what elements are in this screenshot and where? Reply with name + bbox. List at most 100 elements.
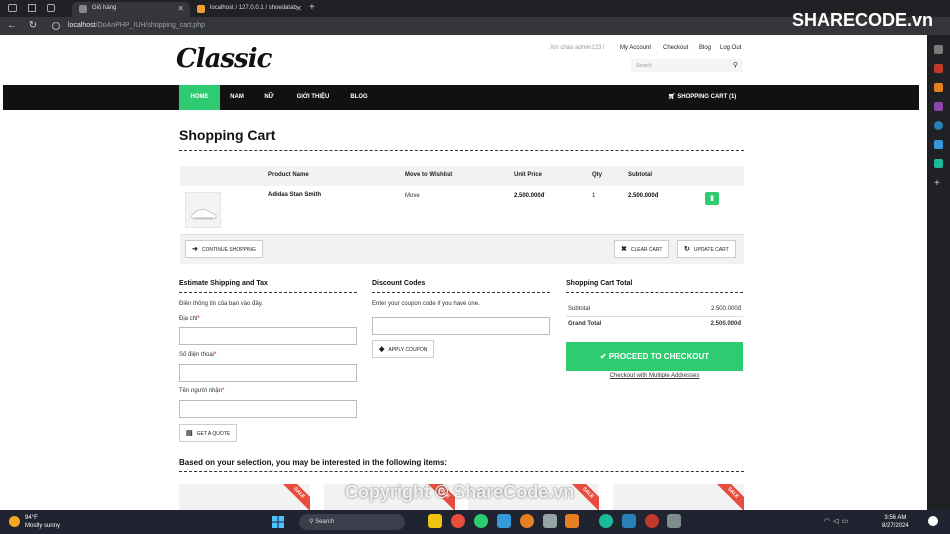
search-input[interactable]: Search ⚲ bbox=[631, 59, 743, 72]
search-icon[interactable]: ⚲ bbox=[733, 61, 738, 69]
url-field[interactable]: localhost/DoAnPHP_IUH/shopping_cart.php bbox=[68, 20, 205, 32]
site-info-icon[interactable] bbox=[52, 22, 60, 30]
col-subtotal: Subtotal bbox=[628, 172, 652, 178]
tab-actions-icon[interactable] bbox=[47, 4, 55, 12]
totals-title: Shopping Cart Total bbox=[566, 280, 633, 287]
tools-icon[interactable] bbox=[934, 140, 943, 149]
chrome-alt-icon[interactable] bbox=[645, 514, 659, 528]
divider bbox=[372, 292, 550, 293]
system-tray[interactable]: ◠◁▭ bbox=[824, 517, 851, 525]
apply-label: APPLY COUPON bbox=[388, 347, 428, 353]
phone-field[interactable] bbox=[179, 364, 357, 382]
unit-price: 2.500.000đ bbox=[514, 193, 545, 199]
browser-icon[interactable] bbox=[520, 514, 534, 528]
copilot-icon[interactable] bbox=[934, 102, 943, 111]
volume-icon[interactable]: ◁ bbox=[833, 518, 841, 525]
x-icon: ✖ bbox=[621, 246, 627, 253]
link-my-account[interactable]: My Account bbox=[620, 45, 651, 51]
store-icon[interactable] bbox=[497, 514, 511, 528]
search-icon[interactable] bbox=[934, 45, 943, 54]
coupon-input[interactable] bbox=[372, 317, 550, 335]
nav-blog[interactable]: BLOG bbox=[346, 85, 372, 110]
taskbar-search-label: Search bbox=[315, 519, 335, 525]
file-explorer-icon[interactable] bbox=[428, 514, 442, 528]
close-icon[interactable]: ✕ bbox=[295, 2, 302, 15]
arrow-right-icon: ➜ bbox=[192, 246, 198, 253]
col-product: Product Name bbox=[268, 172, 309, 178]
notification-icon[interactable] bbox=[928, 516, 938, 526]
nav-gioi-thieu[interactable]: GIỚI THIỆU bbox=[290, 85, 336, 110]
send-icon[interactable] bbox=[934, 159, 943, 168]
address-field[interactable] bbox=[179, 327, 357, 345]
update-cart-button[interactable]: ↻ UPDATE CART bbox=[677, 240, 736, 258]
row-subtotal: 2.500.000đ bbox=[628, 193, 659, 199]
apply-coupon-button[interactable]: ◆ APPLY COUPON bbox=[372, 340, 435, 358]
workspaces-icon[interactable] bbox=[28, 4, 36, 12]
chrome-profile-icon[interactable] bbox=[474, 514, 488, 528]
snipping-icon[interactable] bbox=[667, 514, 681, 528]
product-card[interactable]: SALE bbox=[613, 484, 744, 510]
shopping-icon[interactable] bbox=[934, 64, 943, 73]
divider bbox=[179, 150, 744, 151]
delete-item-button[interactable]: ▮ bbox=[705, 192, 719, 205]
col-wishlist: Move to Wishlist bbox=[405, 172, 453, 178]
shipping-intro: Điền thông tin của bạn vào đây. bbox=[179, 301, 263, 307]
clear-cart-button[interactable]: ✖ CLEAR CART bbox=[614, 240, 670, 258]
phpmyadmin-icon bbox=[197, 5, 205, 13]
new-tab-icon[interactable]: + bbox=[309, 2, 315, 13]
nav-nam[interactable]: NAM bbox=[224, 85, 250, 110]
tab-label: Giỏ hàng bbox=[92, 5, 117, 11]
nav-nu[interactable]: NỮ bbox=[258, 85, 280, 110]
close-icon[interactable]: ✕ bbox=[177, 2, 184, 15]
discount-title: Discount Codes bbox=[372, 280, 426, 287]
continue-shopping-button[interactable]: ➜ CONTINUE SHOPPING bbox=[185, 240, 263, 258]
wifi-icon[interactable]: ◠ bbox=[824, 518, 833, 525]
link-logout[interactable]: Log Out bbox=[720, 45, 741, 51]
tab-cart[interactable]: Giỏ hàng ✕ bbox=[72, 2, 190, 17]
tab-phpmyadmin[interactable]: localhost / 127.0.0.1 / shoedatab ✕ bbox=[190, 2, 308, 17]
sale-badge: SALE bbox=[281, 484, 310, 510]
battery-icon[interactable]: ▭ bbox=[842, 518, 852, 525]
edge-icon[interactable] bbox=[599, 514, 613, 528]
sale-badge: SALE bbox=[715, 484, 744, 510]
welcome-text: Xin chào admin123 ! bbox=[550, 45, 605, 51]
add-icon[interactable]: + bbox=[934, 178, 940, 189]
nav-home[interactable]: HOME bbox=[179, 85, 220, 110]
clock[interactable]: 3:56 AM 8/27/2024 bbox=[882, 514, 909, 530]
app-icon[interactable] bbox=[543, 514, 557, 528]
back-icon[interactable]: ← bbox=[5, 19, 19, 33]
site-logo[interactable]: Classic bbox=[176, 44, 272, 74]
quantity[interactable]: 1 bbox=[592, 193, 595, 199]
col-price: Unit Price bbox=[514, 172, 543, 178]
temperature: 94°F bbox=[25, 515, 38, 521]
multi-address-link[interactable]: Checkout with Multiple Addresses bbox=[566, 373, 743, 379]
get-quote-button[interactable]: ▤ GET A QUOTE bbox=[179, 424, 238, 442]
windows-start-icon[interactable] bbox=[272, 515, 286, 529]
vscode-icon[interactable] bbox=[622, 514, 636, 528]
continue-label: CONTINUE SHOPPING bbox=[201, 247, 256, 253]
taskbar-search[interactable]: ⚲ Search bbox=[299, 514, 405, 530]
proceed-to-checkout-button[interactable]: ✔ PROCEED TO CHECKOUT bbox=[566, 342, 743, 371]
refresh-icon[interactable]: ↻ bbox=[26, 19, 40, 33]
update-label: UPDATE CART bbox=[693, 247, 729, 253]
link-blog[interactable]: Blog bbox=[699, 45, 711, 51]
chrome-icon[interactable] bbox=[451, 514, 465, 528]
weather-widget[interactable]: 94°F Mostly sunny bbox=[25, 514, 60, 530]
file-icon: ▤ bbox=[186, 430, 193, 437]
weather-icon[interactable] bbox=[9, 516, 20, 527]
games-icon[interactable] bbox=[934, 83, 943, 92]
product-image[interactable] bbox=[185, 192, 221, 228]
tag-icon: ◆ bbox=[379, 346, 385, 353]
main-nav bbox=[3, 85, 919, 110]
product-name[interactable]: Adidas Stan Smith bbox=[268, 192, 321, 198]
xampp-icon[interactable] bbox=[565, 514, 579, 528]
link-checkout[interactable]: Checkout bbox=[663, 45, 688, 51]
trash-icon: ▮ bbox=[710, 195, 714, 202]
profile-icon[interactable] bbox=[8, 4, 17, 12]
cart-link[interactable]: 🛒︎ SHOPPING CART (1) bbox=[668, 85, 736, 110]
move-to-wishlist[interactable]: Move bbox=[405, 193, 420, 199]
outlook-icon[interactable] bbox=[934, 121, 943, 130]
receiver-field[interactable] bbox=[179, 400, 357, 418]
product-card[interactable]: SALE bbox=[179, 484, 310, 510]
date: 8/27/2024 bbox=[882, 523, 909, 529]
